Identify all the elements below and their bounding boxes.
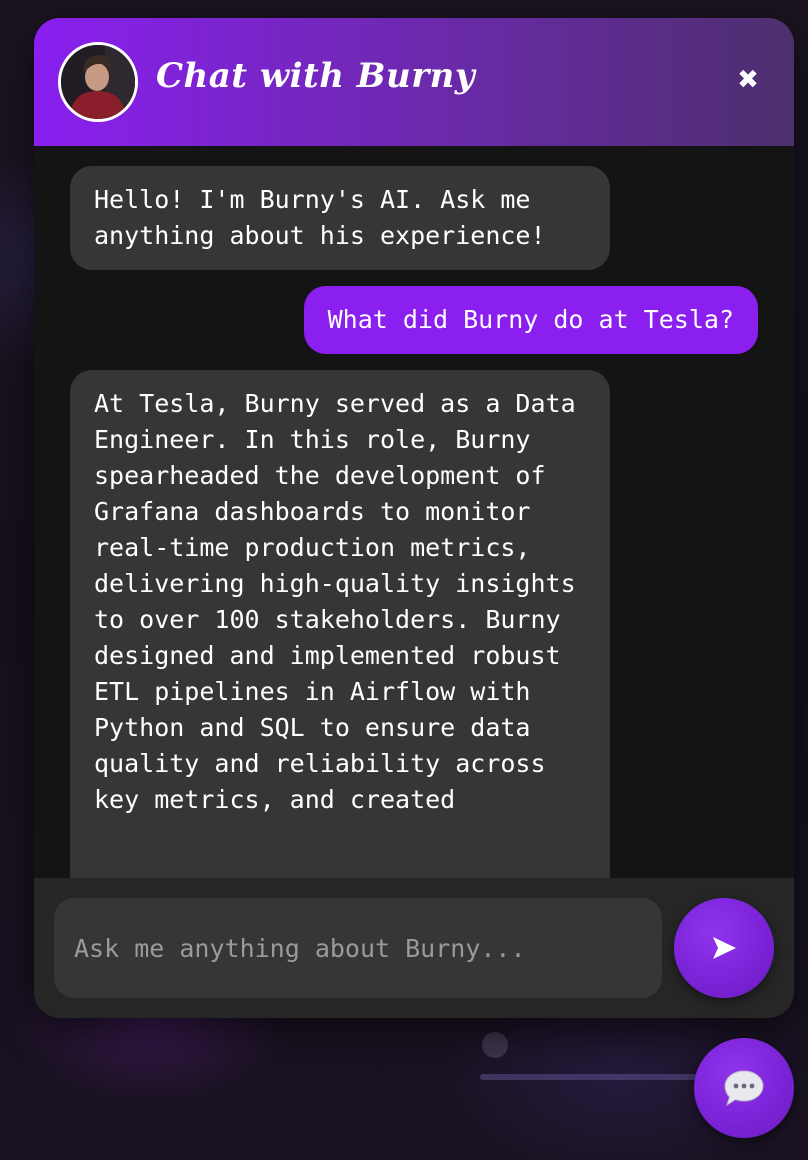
chat-header: Chat with Burny ✖ (34, 18, 794, 146)
bot-message: Hello! I'm Burny's AI. Ask me anything a… (70, 166, 610, 270)
backdrop-slider-knob (482, 1032, 508, 1058)
profile-photo-icon (61, 45, 135, 119)
chat-input[interactable] (54, 898, 662, 998)
avatar (58, 42, 138, 122)
close-icon[interactable]: ✖ (730, 62, 766, 98)
chat-bubble-icon (724, 1070, 764, 1107)
user-message: What did Burny do at Tesla? (303, 286, 758, 354)
chat-title: Chat with Burny (156, 56, 476, 96)
input-bar (34, 878, 794, 1018)
message-list: Hello! I'm Burny's AI. Ask me anything a… (34, 146, 794, 878)
bot-message: At Tesla, Burny served as a Data Enginee… (70, 370, 610, 878)
send-button[interactable] (674, 898, 774, 998)
chat-launcher-button[interactable] (694, 1038, 794, 1138)
send-arrow-icon (713, 937, 736, 959)
chat-window: Chat with Burny ✖ Hello! I'm Burny's AI.… (34, 18, 794, 1018)
